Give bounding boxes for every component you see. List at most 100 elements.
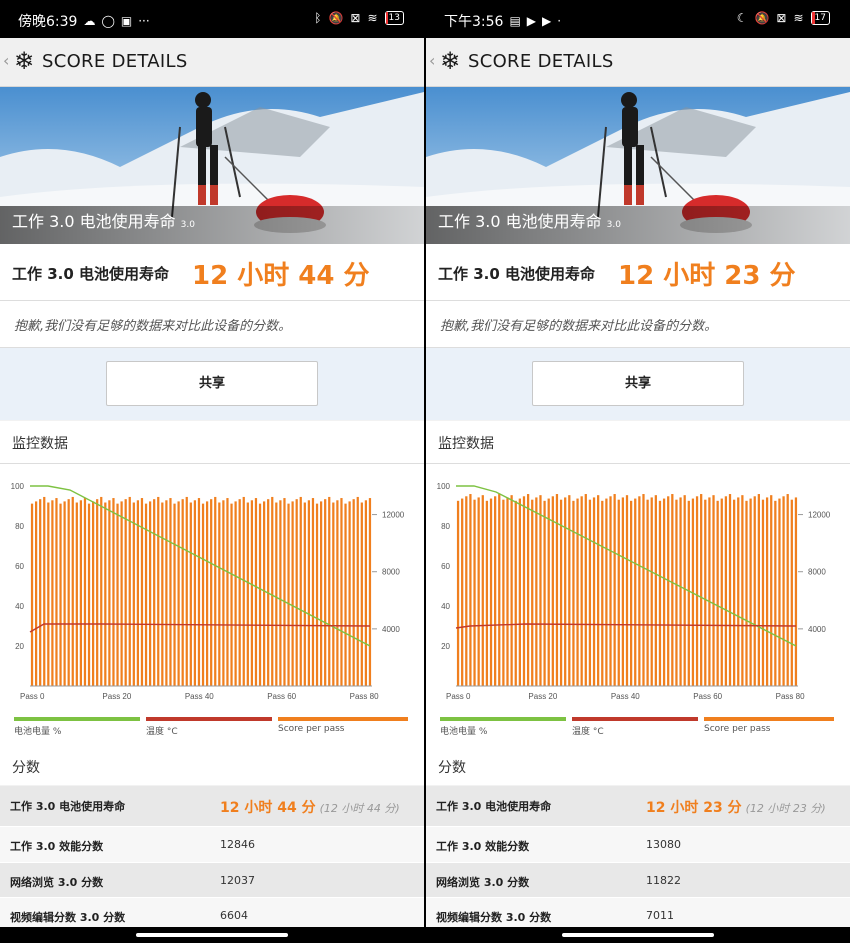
home-indicator[interactable]: [136, 933, 288, 937]
score-bar: [786, 494, 789, 686]
legend-score: Score per pass: [704, 717, 834, 737]
score-bar: [218, 502, 221, 686]
score-bar: [254, 498, 258, 686]
hero-image: 工作 3.0 电池使用寿命 3.0: [426, 87, 850, 244]
score-header: 分数: [426, 745, 850, 785]
score-bar: [510, 495, 513, 686]
youtube-icon: ▶: [542, 14, 552, 28]
home-indicator[interactable]: [562, 933, 714, 937]
title-bar: ‹ ❄ SCORE DETAILS: [0, 38, 424, 87]
score-bar: [116, 503, 119, 686]
score-bar: [91, 501, 95, 686]
score-bar: [67, 499, 70, 686]
score-bar: [551, 496, 554, 686]
score-bar: [518, 498, 522, 686]
score-bar: [234, 501, 237, 686]
table-row: 工作 3.0 电池使用寿命 12 小时 23 分 (12 小时 23 分): [426, 786, 850, 827]
score-bar: [83, 498, 87, 686]
score-bar: [295, 499, 298, 686]
page-title: SCORE DETAILS: [42, 51, 188, 72]
score-bar: [526, 494, 530, 686]
score-bar: [708, 497, 711, 686]
score-bar: [39, 499, 42, 686]
score-bar: [774, 500, 777, 686]
monitor-chart-svg: 20 40 60 80 100 4000 8000 12000 Pass 0 Pass 20 Pas…: [437, 482, 831, 701]
status-bar: 下午3:56 ▤ ▶ ▶ · ☾ 🔕 ⊠ ≋ 17: [426, 0, 850, 38]
x-tick-label: Pass 0: [20, 692, 45, 701]
score-bar: [621, 497, 625, 686]
score-bar: [667, 496, 670, 686]
score-bar: [539, 495, 542, 686]
back-icon[interactable]: ‹: [429, 51, 435, 70]
score-bar: [646, 499, 649, 686]
score-bar: [275, 502, 278, 686]
score-bar: [588, 499, 592, 686]
score-bar: [732, 499, 736, 686]
score-bar: [658, 500, 662, 686]
score-bar: [173, 503, 176, 686]
score-bar: [650, 497, 653, 686]
score-bar: [638, 496, 641, 686]
score-bar: [348, 501, 351, 686]
x-tick-label: Pass 0: [446, 692, 471, 701]
score-title: 分数: [438, 760, 466, 776]
monitor-title: 监控数据: [12, 436, 68, 452]
score-bar: [100, 496, 103, 686]
score-bar: [749, 498, 752, 686]
y-left-tick-label: 40: [441, 602, 450, 611]
score-bar: [765, 497, 769, 686]
score-bar: [580, 496, 583, 686]
monitor-title: 监控数据: [438, 436, 494, 452]
share-button[interactable]: 共享: [532, 361, 744, 406]
share-area: 共享: [426, 348, 850, 420]
score-bar: [307, 500, 311, 686]
x-tick-label: Pass 80: [776, 692, 805, 701]
score-bar: [564, 497, 567, 686]
score-bar: [205, 501, 209, 686]
score-bar: [790, 499, 793, 686]
score-bar: [79, 500, 83, 686]
score-bar: [576, 498, 579, 686]
score-bar: [242, 496, 245, 686]
score-bar: [679, 497, 682, 686]
result-value: 12 小时 44 分: [192, 261, 370, 291]
no-comparison-notice: 抱歉,我们没有足够的数据来对比此设备的分数。: [0, 301, 424, 348]
score-bar: [662, 498, 666, 686]
x-tick-label: Pass 60: [267, 692, 296, 701]
score-bar: [34, 501, 38, 686]
battery-icon: 13: [384, 11, 404, 25]
score-bar: [506, 497, 509, 686]
score-bar: [356, 496, 359, 686]
score-bar: [344, 503, 347, 686]
monitor-header: 监控数据: [0, 421, 424, 464]
score-bar: [324, 499, 327, 686]
snowflake-icon: ❄: [14, 47, 35, 75]
monitor-chart: 20 40 60 80 100 4000 8000 12000 Pass 0 Pass 20 Pas…: [426, 464, 850, 746]
score-bar: [502, 499, 505, 686]
score-bar: [169, 498, 172, 686]
score-bar: [498, 494, 501, 686]
score-bar: [189, 502, 192, 686]
share-button[interactable]: 共享: [106, 361, 318, 406]
legend-battery: 电池电量 %: [14, 717, 140, 737]
score-bar: [75, 502, 78, 686]
score-bar: [148, 501, 152, 686]
table-row: 网络浏览 3.0 分数 11822: [426, 863, 850, 898]
score-bar: [481, 495, 484, 686]
score-bar: [132, 502, 135, 686]
score-header: 分数: [0, 745, 424, 785]
score-bar: [43, 496, 46, 686]
mute-icon: 🔕: [328, 11, 344, 25]
x-tick-label: Pass 80: [350, 692, 379, 701]
circle-icon: ◯: [101, 14, 115, 28]
score-bar: [737, 497, 740, 686]
score-bar: [671, 494, 674, 686]
score-bar: [489, 498, 493, 686]
score-bar: [96, 499, 99, 686]
no-sim-icon: ⊠: [350, 11, 361, 25]
score-bar: [761, 499, 765, 686]
score-bar: [456, 500, 460, 686]
back-icon[interactable]: ‹: [3, 51, 9, 70]
legend-score: Score per pass: [278, 717, 408, 737]
hero-caption-bar: 工作 3.0 电池使用寿命 3.0: [0, 206, 424, 244]
